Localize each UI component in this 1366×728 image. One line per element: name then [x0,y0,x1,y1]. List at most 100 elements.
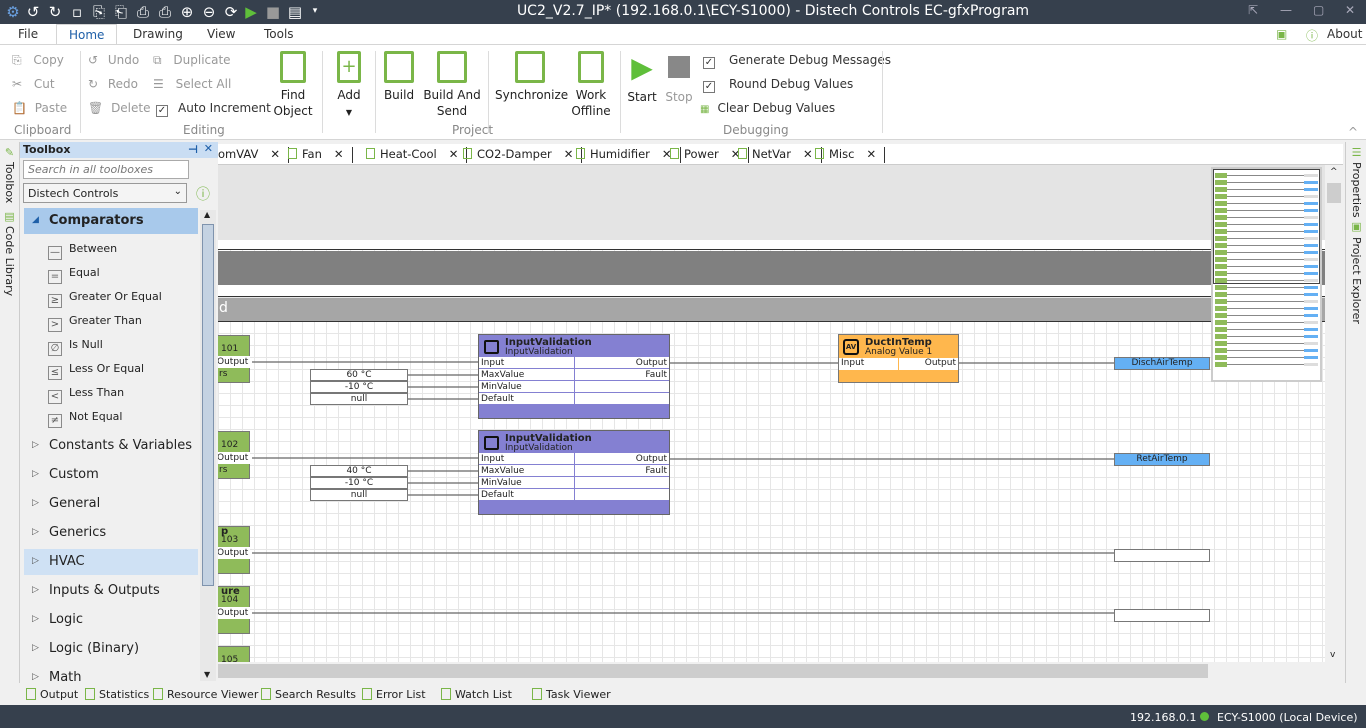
output-port[interactable]: Output [899,358,958,370]
tab-home[interactable]: Home [56,24,118,45]
pin-icon[interactable]: ⊣ [188,143,198,156]
bottom-tab[interactable]: Statistics [85,688,149,701]
tab-drawing[interactable]: Drawing [133,27,183,41]
menu-file[interactable]: File [18,27,38,41]
input-port[interactable]: MinValue [479,477,575,488]
close-button[interactable]: ✕ [1345,3,1355,17]
input-port[interactable]: MaxValue [479,465,575,476]
input-block[interactable]: 102 Output rs [218,431,251,479]
close-tab-icon[interactable]: ✕ [866,147,876,161]
input-port[interactable]: Default [479,489,575,500]
input-port[interactable]: MinValue [479,381,575,392]
input-port[interactable]: Input [479,453,575,464]
bottom-tab[interactable]: Watch List [441,688,512,701]
properties-side-tab[interactable]: Properties [1350,162,1363,218]
bottom-tab[interactable]: Task Viewer [532,688,611,701]
collapse-ribbon-icon[interactable]: ^ [1348,125,1358,139]
build-and-send-button[interactable]: Build And Send [423,51,481,119]
category-item[interactable]: ▷ Custom [24,462,198,488]
add-button[interactable]: + Add ▼ [333,51,365,121]
constant-value[interactable]: -10 °C [310,477,408,489]
document-tab[interactable]: NetVar ✕ [738,147,822,163]
document-tab[interactable]: Misc ✕ [815,147,886,163]
bottom-tab[interactable]: Resource Viewer [153,688,258,701]
output-port[interactable]: Output [218,452,251,464]
toolbox-side-tab[interactable]: Toolbox [3,162,16,203]
scroll-down-icon[interactable]: v [1330,650,1335,660]
output-port[interactable]: Fault [575,465,669,476]
document-tab[interactable]: Heat-Cool ✕ [366,147,468,163]
category-item[interactable]: ▷ Logic (Binary) [24,636,198,662]
generate-debug-messages-checkbox[interactable]: ✓ Generate Debug Messages [703,53,891,69]
scroll-up-icon[interactable]: ▲ [204,210,210,219]
close-tab-icon[interactable]: ✕ [270,147,280,161]
round-debug-values-checkbox[interactable]: ✓ Round Debug Values [703,77,853,93]
tab-view[interactable]: View [207,27,235,41]
toolbox-item[interactable]: ≤ Less Or Equal [48,359,144,380]
diagram-canvas[interactable]: d 101 Output rs 102 Output rs p 103 Output ure 104… [218,165,1325,662]
constant-value[interactable]: 40 °C [310,465,408,477]
input-block[interactable]: 105 [218,646,250,662]
constant-value[interactable]: null [310,393,408,405]
category-item[interactable]: ▷ Generics [24,520,198,546]
work-offline-button[interactable]: Work Offline [570,51,612,119]
close-icon[interactable]: ✕ [204,142,213,155]
input-validation-block[interactable]: InputValidation InputValidation Input Outpu… [478,430,670,515]
canvas-vertical-scrollbar[interactable]: ^ v [1325,165,1343,662]
close-tab-icon[interactable]: ✕ [449,147,459,161]
menu-about[interactable]: About [1327,27,1362,41]
document-tab[interactable]: Fan ✕ [288,147,353,163]
category-item[interactable]: ▷ Inputs & Outputs [24,578,198,604]
toolbox-item[interactable]: ∅ Is Null [48,335,103,356]
toolbox-item[interactable]: ≠ Not Equal [48,407,122,428]
auto-increment-checkbox[interactable]: ✓ Auto Increment [156,101,271,117]
cut-button[interactable]: ✂ Cut [12,77,55,91]
project-explorer-side-tab[interactable]: Project Explorer [1350,237,1363,324]
output-port[interactable]: Output [218,356,251,368]
start-button[interactable]: ▶ Start [627,53,657,105]
input-port[interactable]: MaxValue [479,369,575,380]
delete-button[interactable]: 🗑 Delete [88,101,151,115]
close-tab-icon[interactable]: ✕ [803,147,813,161]
category-item[interactable]: ▷ General [24,491,198,517]
scroll-up-icon[interactable]: ^ [1330,167,1338,177]
find-object-button[interactable]: Find Object [272,51,314,119]
constant-value[interactable]: -10 °C [310,381,408,393]
info-icon[interactable]: ⓘ [1306,27,1318,44]
input-block[interactable]: p 103 Output [218,526,251,574]
document-tab[interactable]: Humidifier ✕ [576,147,681,163]
scroll-down-icon[interactable]: ▼ [204,670,210,679]
input-block[interactable]: 101 Output rs [218,335,251,383]
toolbox-item[interactable]: = Equal [48,263,100,284]
synchronize-button[interactable]: Synchronize [495,51,568,103]
output-port[interactable] [575,489,669,500]
paste-button[interactable]: 📋 Paste [12,101,67,115]
output-port[interactable] [575,477,669,488]
scrollbar-thumb[interactable] [1327,183,1341,203]
restore-icon[interactable]: ⇱ [1248,3,1258,17]
output-port[interactable]: Fault [575,369,669,380]
close-tab-icon[interactable]: ✕ [334,147,344,161]
document-tab[interactable]: omVAV ✕ [218,147,290,163]
build-button[interactable]: Build [381,51,417,103]
input-validation-block[interactable]: InputValidation InputValidation Input Outpu… [478,334,670,419]
toolbox-item[interactable]: ≥ Greater Or Equal [48,287,162,308]
output-tag[interactable]: RetAirTemp [1114,453,1210,466]
toolbox-item[interactable]: < Less Than [48,383,124,404]
bottom-tab[interactable]: Error List [362,688,426,701]
tab-tools[interactable]: Tools [264,27,294,41]
bottom-tab[interactable]: Output [26,688,78,701]
bottom-tab[interactable]: Search Results [261,688,356,701]
category-item[interactable]: ▷ HVAC [24,549,198,575]
constant-value[interactable]: 60 °C [310,369,408,381]
canvas-horizontal-scrollbar[interactable] [218,662,1325,680]
close-tab-icon[interactable]: ✕ [564,147,574,161]
input-port[interactable]: Default [479,393,575,404]
code-library-side-tab[interactable]: Code Library [3,226,16,296]
scrollbar-thumb[interactable] [202,224,214,586]
library-select[interactable]: Distech Controls ⌄ [23,183,187,203]
output-port[interactable]: Output [575,357,669,368]
category-item[interactable]: ▷ Constants & Variables [24,433,198,459]
output-port[interactable]: Output [575,453,669,464]
input-port[interactable]: Input [839,358,899,370]
